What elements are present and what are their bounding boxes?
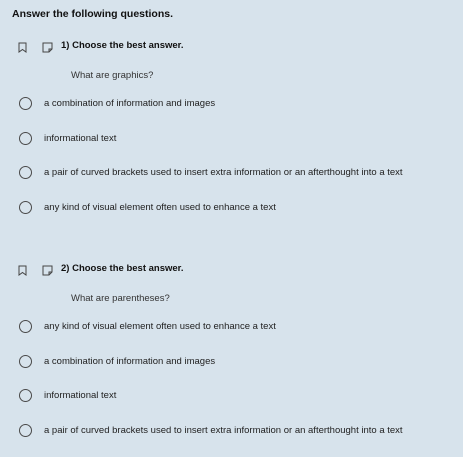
option-label: any kind of visual element often used to…	[44, 201, 276, 213]
answer-option[interactable]: a combination of information and images	[19, 353, 215, 369]
option-label: any kind of visual element often used to…	[44, 320, 276, 332]
answer-option[interactable]: a combination of information and images	[19, 95, 215, 111]
question-title: 2) Choose the best answer.	[61, 262, 184, 274]
radio-button[interactable]	[19, 388, 32, 402]
option-label: a pair of curved brackets used to insert…	[44, 424, 403, 436]
option-label: a combination of information and images	[44, 97, 216, 109]
question-prompt: What are parentheses?	[71, 293, 170, 304]
option-label: a combination of information and images	[44, 355, 216, 367]
bookmark-icon[interactable]	[18, 263, 27, 276]
answer-option[interactable]: a pair of curved brackets used to insert…	[19, 422, 403, 438]
question-2-header: 2) Choose the best answer.	[18, 261, 184, 276]
answer-option[interactable]: any kind of visual element often used to…	[19, 318, 276, 334]
note-icon[interactable]	[42, 40, 53, 52]
radio-button[interactable]	[19, 423, 32, 437]
radio-button[interactable]	[19, 96, 32, 110]
note-icon[interactable]	[42, 263, 53, 275]
question-1-header: 1) Choose the best answer.	[18, 38, 184, 53]
option-label: a pair of curved brackets used to insert…	[44, 166, 403, 178]
option-label: informational text	[44, 389, 117, 401]
radio-button[interactable]	[19, 354, 32, 368]
question-title: 1) Choose the best answer.	[61, 39, 184, 51]
option-label: informational text	[44, 132, 117, 144]
radio-button[interactable]	[19, 319, 32, 333]
answer-option[interactable]: any kind of visual element often used to…	[19, 199, 276, 215]
radio-button[interactable]	[19, 200, 32, 214]
answer-option[interactable]: informational text	[19, 130, 116, 146]
instructions-header: Answer the following questions.	[12, 8, 174, 20]
answer-option[interactable]: informational text	[19, 387, 116, 403]
answer-option[interactable]: a pair of curved brackets used to insert…	[19, 164, 403, 180]
radio-button[interactable]	[19, 165, 32, 179]
bookmark-icon[interactable]	[18, 40, 27, 53]
radio-button[interactable]	[19, 131, 32, 145]
question-prompt: What are graphics?	[71, 70, 154, 81]
